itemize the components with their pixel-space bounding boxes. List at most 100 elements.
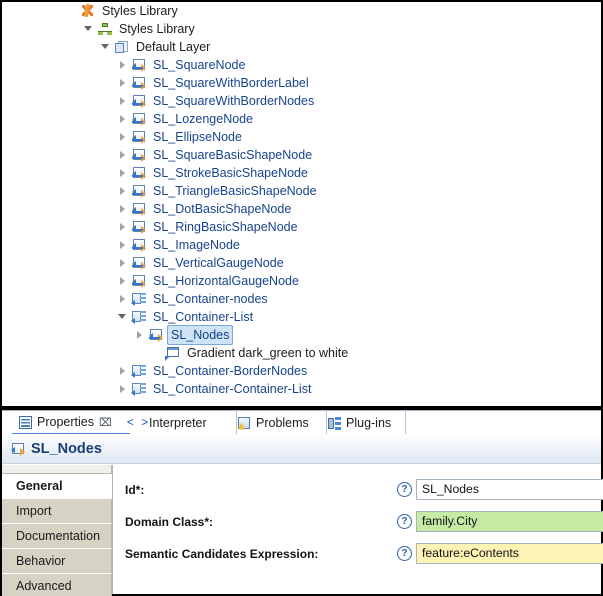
chevron-right-icon[interactable] <box>115 128 131 146</box>
tree-item-label: SL_SquareNode <box>153 58 246 72</box>
tree-item-label: SL_HorizontalGaugeNode <box>153 274 299 288</box>
tree-item-label: SL_SquareWithBorderLabel <box>153 76 309 90</box>
chevron-right-icon[interactable] <box>115 380 131 398</box>
help-icon[interactable]: ? <box>397 514 412 529</box>
tree-row[interactable]: SL_TriangleBasicShapeNode <box>2 182 601 200</box>
properties-tab-documentation[interactable]: Documentation <box>2 524 112 549</box>
tree-row[interactable]: SL_SquareNode <box>2 56 601 74</box>
chevron-down-icon[interactable] <box>81 20 97 38</box>
properties-side-tabs[interactable]: General Import Documentation Behavior Advanc… <box>2 465 113 596</box>
tree-row[interactable]: SL_Container-Container-List <box>2 380 601 398</box>
node-mapping-icon <box>131 219 147 235</box>
tab-properties[interactable]: Properties ⌧ <box>12 411 130 435</box>
tab-label: Problems <box>256 416 309 430</box>
chevron-right-icon[interactable] <box>115 290 131 308</box>
node-mapping-icon <box>131 183 147 199</box>
field-input[interactable]: SL_Nodes <box>416 479 603 500</box>
tree-row[interactable]: SL_Nodes <box>2 325 601 345</box>
chevron-right-icon[interactable] <box>115 110 131 128</box>
tree-item-label: SL_StrokeBasicShapeNode <box>153 166 308 180</box>
tree-row[interactable]: SL_DotBasicShapeNode <box>2 200 601 218</box>
tree-item-label: SL_TriangleBasicShapeNode <box>153 184 317 198</box>
chevron-right-icon[interactable] <box>115 56 131 74</box>
tree-row[interactable]: Gradient dark_green to white <box>2 344 601 362</box>
viewpoint-icon <box>97 21 113 37</box>
node-mapping-icon <box>148 327 164 343</box>
plugins-icon <box>327 416 342 431</box>
chevron-right-icon[interactable] <box>115 200 131 218</box>
tree-row[interactable]: SL_LozengeNode <box>2 110 601 128</box>
tree-row[interactable]: Styles Library <box>2 2 601 20</box>
tree-row[interactable]: Default Layer <box>2 38 601 56</box>
chevron-right-icon[interactable] <box>115 272 131 290</box>
tree-item-label: Gradient dark_green to white <box>187 346 349 360</box>
field-label: Id*: <box>125 483 145 497</box>
chevron-right-icon[interactable] <box>115 218 131 236</box>
chevron-down-icon[interactable] <box>115 308 131 326</box>
form-row: Id*:? SL_Nodes <box>113 479 603 501</box>
chevron-right-icon[interactable] <box>115 164 131 182</box>
properties-tab-import[interactable]: Import <box>2 499 112 524</box>
tree-row[interactable]: SL_SquareBasicShapeNode <box>2 146 601 164</box>
field-input[interactable]: family.City <box>416 511 603 532</box>
node-mapping-icon <box>131 57 147 73</box>
chevron-right-icon[interactable] <box>132 326 148 344</box>
model-explorer-tree[interactable]: Styles Library Styles Library Default Laye… <box>2 2 601 406</box>
tree-row[interactable]: SL_SquareWithBorderNodes <box>2 92 601 110</box>
tree-item-label: SL_EllipseNode <box>153 130 242 144</box>
chevron-right-icon[interactable] <box>115 146 131 164</box>
tree-item-label: SL_LozengeNode <box>153 112 254 126</box>
chevron-right-icon[interactable] <box>115 74 131 92</box>
code-brackets-icon: < > <box>126 416 149 430</box>
node-mapping-icon <box>131 147 147 163</box>
tab-problems[interactable]: Problems <box>231 411 327 435</box>
help-icon[interactable]: ? <box>397 546 412 561</box>
tree-row[interactable]: SL_StrokeBasicShapeNode <box>2 164 601 182</box>
tree-row[interactable]: SL_Container-nodes <box>2 290 601 308</box>
properties-icon <box>18 415 33 430</box>
tree-row[interactable]: SL_HorizontalGaugeNode <box>2 272 601 290</box>
chevron-right-icon[interactable] <box>115 254 131 272</box>
properties-tab-general[interactable]: General <box>2 474 112 499</box>
styles-root-icon <box>80 3 96 19</box>
help-icon[interactable]: ? <box>397 482 412 497</box>
tab-label: Properties <box>37 415 94 429</box>
tree-item-label: SL_SquareWithBorderNodes <box>153 94 315 108</box>
container-mapping-icon <box>131 381 147 397</box>
field-input[interactable]: feature:eContents <box>416 543 603 564</box>
gradient-icon <box>165 345 181 361</box>
close-icon[interactable]: ⌧ <box>99 416 112 429</box>
tree-item-label: SL_Container-nodes <box>153 292 268 306</box>
tree-item-label: SL_DotBasicShapeNode <box>153 202 292 216</box>
properties-tab-advanced[interactable]: Advanced <box>2 574 112 596</box>
tree-row[interactable]: SL_VerticalGaugeNode <box>2 254 601 272</box>
tree-row[interactable]: SL_SquareWithBorderLabel <box>2 74 601 92</box>
tree-item-label: Styles Library <box>119 22 195 36</box>
tab-interpreter[interactable]: < > Interpreter <box>124 411 237 435</box>
chevron-right-icon[interactable] <box>115 236 131 254</box>
tree-row[interactable]: SL_Container-BorderNodes <box>2 362 601 380</box>
node-mapping-icon <box>131 273 147 289</box>
tree-row[interactable]: SL_ImageNode <box>2 236 601 254</box>
properties-header: SL_Nodes <box>2 434 601 464</box>
tree-item-label: SL_ImageNode <box>153 238 240 252</box>
properties-view: SL_Nodes General Import Documentation Behav… <box>2 434 603 596</box>
chevron-down-icon[interactable] <box>98 38 114 56</box>
tab-plug-ins[interactable]: Plug-ins <box>321 411 406 435</box>
node-mapping-icon <box>131 93 147 109</box>
tree-row[interactable]: SL_EllipseNode <box>2 128 601 146</box>
chevron-right-icon[interactable] <box>115 362 131 380</box>
eclipse-sirius-window: Styles Library Styles Library Default Laye… <box>0 0 603 596</box>
tree-row[interactable]: Styles Library <box>2 20 601 38</box>
tree-row[interactable]: SL_RingBasicShapeNode <box>2 218 601 236</box>
tab-label: Interpreter <box>149 416 207 430</box>
tree-item-label: SL_Container-List <box>153 310 254 324</box>
node-mapping-icon <box>131 165 147 181</box>
tree-row[interactable]: SL_Container-List <box>2 308 601 326</box>
node-mapping-icon <box>131 111 147 127</box>
chevron-right-icon[interactable] <box>115 182 131 200</box>
chevron-right-icon[interactable] <box>115 92 131 110</box>
node-mapping-icon <box>10 441 26 457</box>
properties-tab-behavior[interactable]: Behavior <box>2 549 112 574</box>
